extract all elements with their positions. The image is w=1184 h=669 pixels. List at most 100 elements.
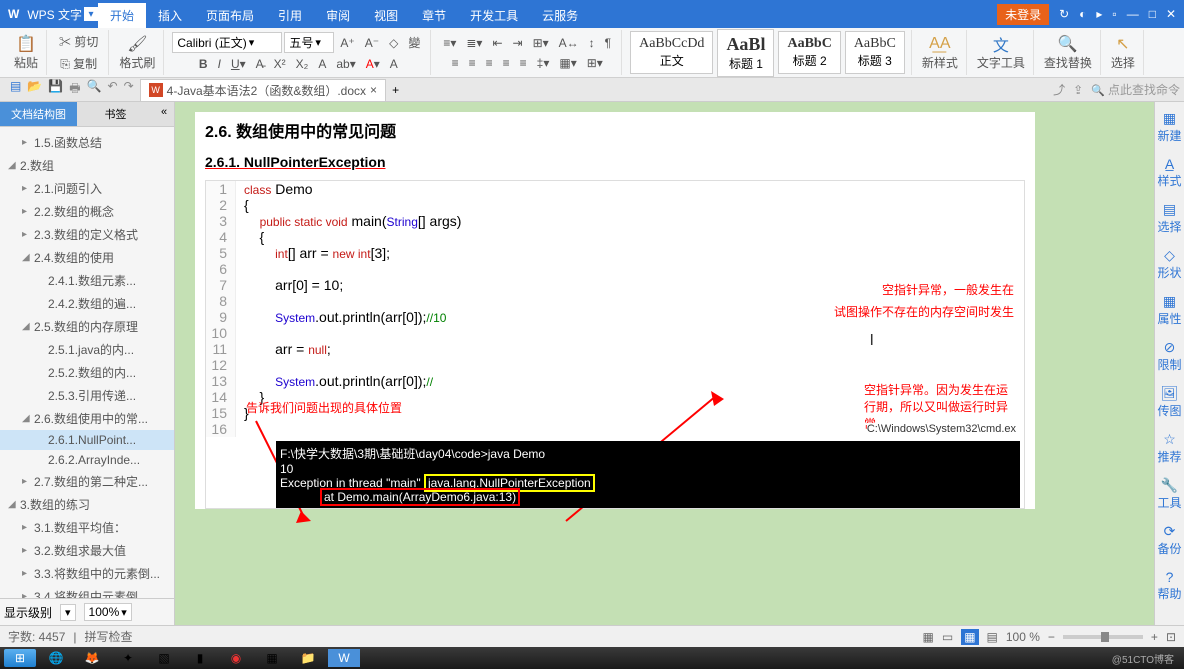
zoom-out-button[interactable]: −	[1048, 630, 1055, 644]
rpanel-recommend[interactable]: ☆推荐	[1157, 431, 1181, 465]
align-justify-button[interactable]: ≡	[499, 54, 514, 72]
new-tab-button[interactable]: +	[386, 83, 405, 97]
show-marks-button[interactable]: ¶	[601, 34, 615, 52]
select-button[interactable]: ↖选择	[1109, 32, 1137, 73]
format-painter-button[interactable]: 🖌格式刷	[117, 32, 157, 73]
min-ribbon-icon[interactable]: ▫	[1112, 7, 1116, 21]
qat-print-icon[interactable]: 🖶	[69, 79, 80, 100]
shrink-font-button[interactable]: A⁻	[361, 34, 383, 52]
italic-button[interactable]: I	[214, 55, 225, 73]
tab-insert[interactable]: 插入	[146, 3, 194, 28]
copy-button[interactable]: ⎘ 复制	[56, 53, 101, 74]
size-combo[interactable]: 五号▾	[284, 32, 334, 53]
outline-item[interactable]: ▸3.2.数组求最大值	[0, 539, 174, 562]
display-level-combo[interactable]: ▾	[60, 604, 76, 621]
indent-inc-button[interactable]: ⇥	[509, 34, 527, 52]
shading-button[interactable]: ▦▾	[555, 54, 580, 72]
tab-review[interactable]: 审阅	[314, 3, 362, 28]
phonetic-button[interactable]: 變	[404, 32, 424, 53]
text-tool-button[interactable]: 文文字工具	[975, 32, 1027, 73]
new-style-button[interactable]: A͟A新样式	[920, 32, 960, 73]
help-icon[interactable]: ▸	[1096, 7, 1102, 21]
view-web-icon[interactable]: ▦	[961, 629, 978, 645]
super-button[interactable]: X²	[270, 55, 290, 73]
outline-item[interactable]: ▸2.1.问题引入	[0, 177, 174, 200]
outline-item[interactable]: ◢2.4.数组的使用	[0, 246, 174, 269]
align-left-button[interactable]: ≡	[448, 54, 463, 72]
taskbar-chrome-icon[interactable]: 🌐	[40, 649, 72, 667]
tab-start[interactable]: 开始	[98, 3, 146, 28]
align-right-button[interactable]: ≡	[482, 54, 497, 72]
numbering-button[interactable]: ≣▾	[462, 34, 486, 52]
document-tab[interactable]: W 4-Java基本语法2（函数&数组）.docx ×	[140, 79, 386, 101]
taskbar-app1-icon[interactable]: ✦	[112, 649, 144, 667]
sidebar-tab-bookmark[interactable]: 书签	[77, 102, 154, 126]
outline-item[interactable]: 2.4.1.数组元素...	[0, 269, 174, 292]
outline-item[interactable]: 2.5.3.引用传递...	[0, 384, 174, 407]
paste-button[interactable]: 📋粘贴	[12, 32, 40, 73]
outline-item[interactable]: ▸3.3.将数组中的元素倒...	[0, 562, 174, 585]
view-read-icon[interactable]: ▭	[942, 630, 953, 644]
zoom-slider[interactable]	[1063, 635, 1143, 639]
qat-new-icon[interactable]: ▤	[10, 79, 21, 100]
font-color-button[interactable]: A▾	[362, 55, 384, 73]
view-outline-icon[interactable]: ▤	[987, 630, 998, 644]
fit-button[interactable]: ⊡	[1166, 630, 1176, 644]
find-replace-button[interactable]: 🔍查找替换	[1042, 32, 1094, 73]
rpanel-tool[interactable]: 🔧工具	[1157, 477, 1181, 511]
rpanel-help[interactable]: ?帮助	[1157, 569, 1181, 602]
spell-check[interactable]: 拼写检查	[85, 628, 133, 645]
tab-reference[interactable]: 引用	[266, 3, 314, 28]
style-h3[interactable]: AaBbC标题 3	[845, 31, 905, 74]
document-area[interactable]: 2.6. 数组使用中的常见问题 2.6.1. NullPointerExcept…	[175, 102, 1154, 625]
line-spacing-button[interactable]: ‡▾	[533, 54, 554, 72]
view-print-icon[interactable]: ▦	[923, 630, 934, 644]
rpanel-new[interactable]: ▦新建	[1157, 110, 1181, 144]
share-icon[interactable]: ⇪	[1073, 83, 1083, 97]
outline-item[interactable]: ▸2.2.数组的概念	[0, 200, 174, 223]
doc-close-icon[interactable]: ×	[370, 83, 377, 97]
outline-item[interactable]: ▸3.1.数组平均值：	[0, 516, 174, 539]
cut-button[interactable]: ✂ 剪切	[55, 31, 102, 52]
bullets-button[interactable]: ≡▾	[439, 34, 460, 52]
skin-icon[interactable]: ◐	[1079, 7, 1086, 21]
taskbar-music-icon[interactable]: ◉	[220, 649, 252, 667]
minimize-icon[interactable]: —	[1127, 7, 1139, 21]
login-status[interactable]: 未登录	[997, 4, 1049, 25]
outline-item[interactable]: ▸2.7.数组的第二种定...	[0, 470, 174, 493]
rpanel-style[interactable]: A̲样式	[1157, 156, 1181, 189]
bold-button[interactable]: B	[195, 55, 212, 73]
border-button[interactable]: ⊞▾	[583, 54, 607, 72]
outline-item[interactable]: ◢2.6.数组使用中的常...	[0, 407, 174, 430]
close-icon[interactable]: ✕	[1166, 7, 1176, 21]
qat-redo-icon[interactable]: ↷	[124, 79, 134, 100]
feedback-icon[interactable]: ⤴	[1053, 81, 1065, 98]
outline-zoom-combo[interactable]: 100%▾	[84, 603, 132, 621]
taskbar-app2-icon[interactable]: ▧	[148, 649, 180, 667]
tab-button[interactable]: ⊞▾	[529, 34, 553, 52]
font-effect-button[interactable]: A	[314, 55, 330, 73]
qat-save-icon[interactable]: 💾	[48, 79, 63, 100]
qat-undo-icon[interactable]: ↶	[108, 79, 118, 100]
maximize-icon[interactable]: □	[1149, 7, 1156, 21]
sidebar-collapse-icon[interactable]: «	[154, 102, 174, 126]
outline-item[interactable]: ◢3.数组的练习	[0, 493, 174, 516]
start-button[interactable]: ⊞	[4, 649, 36, 667]
sub-button[interactable]: X₂	[292, 55, 313, 73]
rpanel-property[interactable]: ▦属性	[1157, 293, 1181, 327]
rpanel-image[interactable]: 🖼传图	[1157, 385, 1181, 419]
taskbar-wps-icon[interactable]: W	[328, 649, 360, 667]
outline-item[interactable]: 2.5.1.java的内...	[0, 338, 174, 361]
zoom-value[interactable]: 100 %	[1006, 630, 1040, 644]
word-count[interactable]: 字数: 4457	[8, 628, 65, 645]
outline-item[interactable]: 2.6.2.ArrayInde...	[0, 450, 174, 470]
outline-item[interactable]: ◢2.数组	[0, 154, 174, 177]
outline-item[interactable]: 2.5.2.数组的内...	[0, 361, 174, 384]
rpanel-limit[interactable]: ⊘限制	[1157, 339, 1181, 373]
rpanel-select[interactable]: ▤选择	[1157, 201, 1181, 235]
qat-preview-icon[interactable]: 🔍	[87, 79, 102, 100]
app-menu-dropdown[interactable]: ▾	[84, 7, 98, 21]
taskbar-explorer-icon[interactable]: 📁	[292, 649, 324, 667]
outline-item[interactable]: 2.6.1.NullPoint...	[0, 430, 174, 450]
indent-dec-button[interactable]: ⇤	[488, 34, 506, 52]
